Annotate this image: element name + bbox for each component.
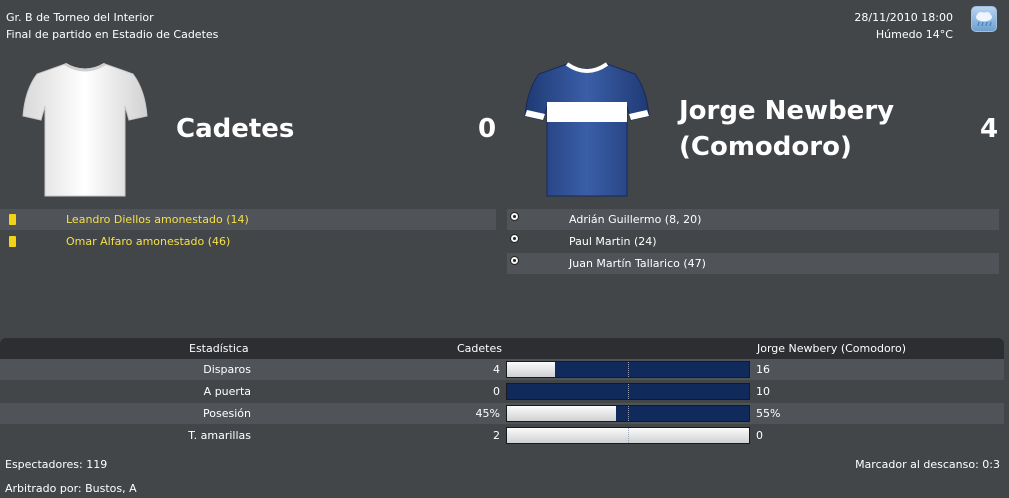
ball-icon xyxy=(510,212,519,221)
match-conditions: 28/11/2010 18:00 Húmedo 14°C xyxy=(854,9,953,43)
match-status-label: Final de partido en Estadio de Cadetes xyxy=(6,28,219,41)
stat-row-tarjetas-amarillas: T. amarillas 2 0 xyxy=(0,425,1004,446)
stat-row-a-puerta: A puerta 0 10 xyxy=(0,381,1004,402)
stat-home-value: 0 xyxy=(493,385,500,398)
weather-label: Húmedo 14°C xyxy=(875,28,953,41)
away-event-row: Juan Martín Tallarico (47) xyxy=(507,253,999,274)
stats-home-label: Cadetes xyxy=(457,342,502,355)
ball-icon xyxy=(510,234,519,243)
away-event-text: Adrián Guillermo (8, 20) xyxy=(569,213,702,226)
home-event-row: Leandro Diellos amonestado (14) xyxy=(0,209,496,230)
halftime-score-label: Marcador al descanso: 0:3 xyxy=(855,458,1000,471)
competition-label: Gr. B de Torneo del Interior xyxy=(6,11,154,24)
stat-bar xyxy=(506,405,750,422)
referee-label: Arbitrado por: Bustos, A xyxy=(5,482,137,495)
stat-bar xyxy=(506,383,750,400)
stat-home-value: 4 xyxy=(493,363,500,376)
home-event-row: Omar Alfaro amonestado (46) xyxy=(0,231,496,252)
stat-away-value: 16 xyxy=(756,363,770,376)
stat-home-value: 45% xyxy=(475,407,500,420)
stat-bar-home-fill xyxy=(507,362,556,377)
stat-bar xyxy=(506,427,750,444)
yellow-card-icon xyxy=(9,214,16,225)
away-event-row: Paul Martin (24) xyxy=(507,231,999,252)
stat-home-value: 2 xyxy=(493,429,500,442)
stat-bar-midline xyxy=(628,384,629,399)
match-info: Gr. B de Torneo del Interior Final de pa… xyxy=(6,9,218,43)
stat-row-posesion: Posesión 45% 55% xyxy=(0,403,1004,424)
away-event-row: Adrián Guillermo (8, 20) xyxy=(507,209,999,230)
away-team-name-line1: Jorge Newbery xyxy=(679,96,895,126)
away-shirt-icon xyxy=(523,60,651,200)
home-shirt-icon xyxy=(21,60,149,200)
home-event-text: Omar Alfaro amonestado (46) xyxy=(66,235,231,248)
stats-away-label: Jorge Newbery (Comodoro) xyxy=(757,342,906,355)
away-team-name-line2: (Comodoro) xyxy=(679,132,852,162)
stat-away-value: 10 xyxy=(756,385,770,398)
stat-label: T. amarillas xyxy=(188,429,251,442)
stat-bar-midline xyxy=(628,406,629,421)
home-score: 0 xyxy=(478,114,497,144)
stat-away-value: 0 xyxy=(756,429,763,442)
stat-bar-midline xyxy=(628,428,629,443)
spectators-label: Espectadores: 119 xyxy=(5,458,108,471)
away-team-name: Jorge Newbery (Comodoro) xyxy=(679,93,894,165)
stat-bar xyxy=(506,361,750,378)
ball-icon xyxy=(510,256,519,265)
away-event-text: Paul Martin (24) xyxy=(569,235,657,248)
stat-bar-midline xyxy=(628,362,629,377)
stat-label: A puerta xyxy=(203,385,251,398)
stats-header-label: Estadística xyxy=(189,342,249,355)
stat-label: Posesión xyxy=(203,407,251,420)
stat-bar-home-fill xyxy=(507,406,616,421)
stat-row-disparos: Disparos 4 16 xyxy=(0,359,1004,380)
away-score: 4 xyxy=(980,114,999,144)
yellow-card-icon xyxy=(9,236,16,247)
away-event-text: Juan Martín Tallarico (47) xyxy=(569,257,706,270)
home-team-name: Cadetes xyxy=(176,114,295,144)
stat-label: Disparos xyxy=(203,363,251,376)
stat-away-value: 55% xyxy=(756,407,781,420)
home-event-text: Leandro Diellos amonestado (14) xyxy=(66,213,249,226)
match-datetime: 28/11/2010 18:00 xyxy=(854,11,953,24)
stats-header: Estadística Cadetes Jorge Newbery (Comod… xyxy=(0,338,1004,359)
rain-cloud-icon xyxy=(971,6,997,32)
